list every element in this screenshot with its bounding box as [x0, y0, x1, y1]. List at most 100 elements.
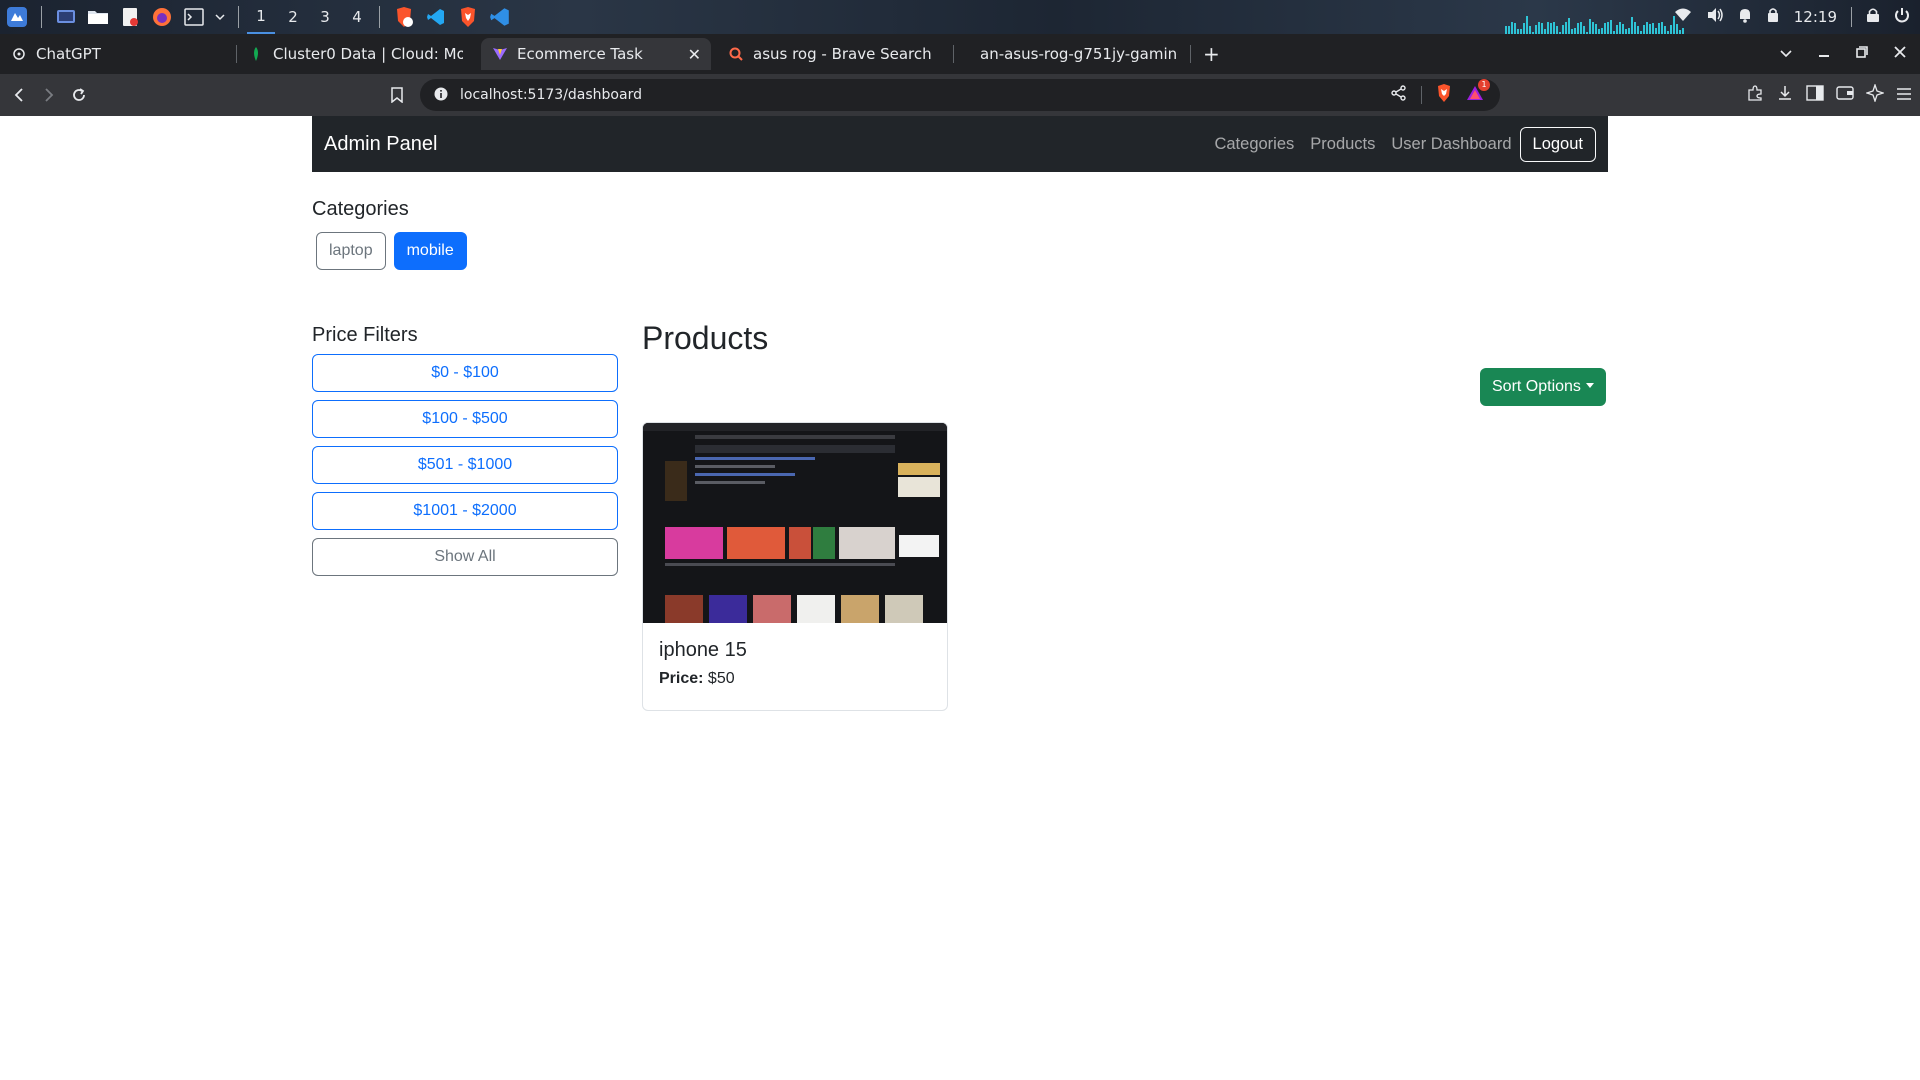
visualizer-bar: [1553, 22, 1555, 34]
visualizer-bar: [1616, 25, 1618, 34]
address-bar[interactable]: localhost:5173/dashboard 1: [420, 79, 1500, 111]
close-tab-icon[interactable]: ✕: [688, 45, 701, 64]
visualizer-bar: [1595, 23, 1597, 34]
vite-icon: [493, 47, 507, 61]
power-icon[interactable]: [1894, 7, 1910, 27]
minimize-icon[interactable]: [1818, 46, 1830, 62]
menu-icon[interactable]: [1896, 86, 1912, 105]
url-text[interactable]: localhost:5173/dashboard: [460, 87, 642, 103]
workspace-1[interactable]: 1: [247, 0, 275, 34]
text-editor-icon[interactable]: [117, 5, 143, 29]
system-tray: 12:19: [1674, 0, 1920, 34]
products-heading: Products: [642, 320, 769, 356]
bookmark-icon[interactable]: [382, 80, 412, 110]
tab-title: ChatGPT: [36, 45, 101, 63]
category-button-laptop[interactable]: laptop: [316, 232, 386, 270]
admin-navbar: Admin Panel Categories Products User Das…: [312, 116, 1608, 172]
close-window-icon[interactable]: [1894, 46, 1906, 62]
visualizer-bar: [1643, 24, 1645, 34]
price-filter-0-100[interactable]: $0 - $100: [312, 354, 618, 392]
tab-brave-search[interactable]: asus rog - Brave Search: [717, 38, 953, 70]
audio-visualizer: [1505, 14, 1695, 34]
visualizer-bar: [1622, 23, 1624, 34]
product-image[interactable]: [643, 423, 947, 623]
nav-link-user-dashboard[interactable]: User Dashboard: [1391, 135, 1511, 154]
price-filters-heading: Price Filters: [312, 324, 418, 346]
categories-heading: Categories: [312, 198, 409, 220]
mongodb-icon: [249, 47, 263, 61]
tab-chatgpt[interactable]: ChatGPT: [0, 38, 236, 70]
notification-badge: 1: [1478, 79, 1490, 91]
sort-options-label: Sort Options: [1492, 378, 1581, 395]
category-button-mobile[interactable]: mobile: [393, 232, 467, 270]
visualizer-bar: [1658, 22, 1660, 34]
visualizer-bar: [1646, 22, 1648, 34]
notification-bell-icon[interactable]: [1738, 7, 1752, 27]
brave-browser-icon[interactable]: [455, 5, 481, 29]
back-button[interactable]: [4, 80, 34, 110]
visualizer-bar: [1547, 22, 1549, 34]
sidebar-icon[interactable]: [1806, 85, 1824, 105]
downloads-icon[interactable]: [1776, 84, 1794, 106]
divider: [238, 6, 239, 28]
visualizer-bar: [1556, 25, 1558, 34]
volume-icon[interactable]: [1706, 7, 1724, 27]
restore-icon[interactable]: [1856, 46, 1868, 62]
new-tab-button[interactable]: +: [1191, 38, 1231, 70]
nav-link-categories[interactable]: Categories: [1214, 135, 1294, 154]
leo-ai-icon[interactable]: [1864, 82, 1886, 106]
visualizer-bar: [1634, 22, 1636, 34]
tab-mongodb[interactable]: Cluster0 Data | Cloud: Mong: [237, 38, 475, 70]
chevron-down-icon[interactable]: [213, 5, 227, 29]
divider: [41, 6, 42, 28]
desktop-icon[interactable]: [53, 5, 79, 29]
vscode-icon[interactable]: [487, 5, 513, 29]
visualizer-bar: [1661, 22, 1663, 34]
visualizer-bar: [1592, 22, 1594, 34]
tab-asus-rog-image[interactable]: an-asus-rog-g751jy-gaming: [954, 38, 1190, 70]
site-info-icon[interactable]: [434, 86, 448, 105]
terminal-icon[interactable]: [181, 5, 207, 29]
visualizer-bar: [1511, 22, 1513, 34]
show-all-button[interactable]: Show All: [312, 538, 618, 576]
price-filter-1001-2000[interactable]: $1001 - $2000: [312, 492, 618, 530]
sort-options-dropdown[interactable]: Sort Options: [1480, 368, 1606, 406]
visualizer-bar: [1541, 23, 1543, 34]
tab-ecommerce-task[interactable]: Ecommerce Task ✕: [481, 38, 711, 70]
tab-list-chevron-icon[interactable]: [1780, 46, 1792, 62]
logout-button[interactable]: Logout: [1519, 126, 1596, 162]
visualizer-bar: [1607, 22, 1609, 34]
clock[interactable]: 12:19: [1794, 8, 1837, 26]
visualizer-bar: [1649, 23, 1651, 34]
reload-button[interactable]: [64, 80, 94, 110]
share-icon[interactable]: [1391, 85, 1407, 105]
battery-lock-icon[interactable]: [1766, 7, 1780, 27]
product-card[interactable]: iphone 15 Price: $50: [642, 422, 948, 711]
lock-icon[interactable]: [1866, 7, 1880, 27]
launcher-icon[interactable]: [4, 5, 30, 29]
workspace-3[interactable]: 3: [311, 0, 339, 34]
price-filter-501-1000[interactable]: $501 - $1000: [312, 446, 618, 484]
brave-rewards-icon[interactable]: 1: [1466, 79, 1490, 105]
price-filter-100-500[interactable]: $100 - $500: [312, 400, 618, 438]
caret-down-icon: [1585, 383, 1594, 388]
visualizer-bar: [1577, 23, 1579, 34]
divider: [379, 6, 380, 28]
navbar-brand[interactable]: Admin Panel: [324, 133, 437, 156]
vscode-icon[interactable]: [423, 5, 449, 29]
workspace-2[interactable]: 2: [279, 0, 307, 34]
files-icon[interactable]: [85, 5, 111, 29]
brave-app-icon[interactable]: [391, 5, 417, 29]
extensions-icon[interactable]: [1746, 84, 1764, 106]
wifi-icon[interactable]: [1674, 8, 1692, 26]
visualizer-bar: [1652, 23, 1654, 34]
tab-title: Cluster0 Data | Cloud: Mong: [273, 45, 463, 63]
brave-shields-icon[interactable]: [1436, 84, 1452, 106]
forward-button[interactable]: [34, 80, 64, 110]
toolbar-actions: [1746, 74, 1912, 116]
visualizer-bar: [1619, 22, 1621, 34]
wallet-icon[interactable]: [1836, 85, 1854, 105]
workspace-4[interactable]: 4: [343, 0, 371, 34]
firefox-icon[interactable]: [149, 5, 175, 29]
nav-link-products[interactable]: Products: [1310, 135, 1375, 154]
